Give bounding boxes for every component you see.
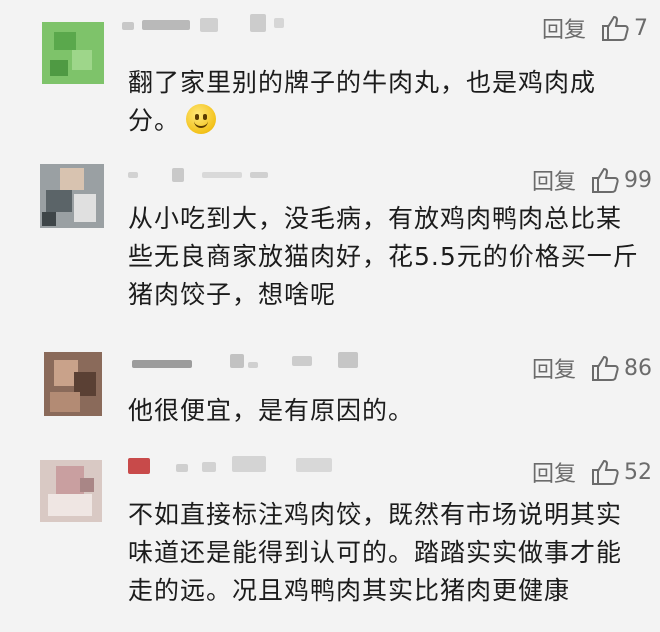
thumbs-up-icon <box>592 355 619 381</box>
thumbs-up-icon <box>592 167 619 193</box>
username-blurred[interactable] <box>122 14 322 36</box>
thumbs-up-icon <box>592 459 619 485</box>
like-button[interactable]: 7 <box>600 13 648 43</box>
username-blurred[interactable] <box>132 350 372 372</box>
comment-actions: 回复 99 <box>532 162 652 198</box>
comment-item: 回复 52 不如直接标注鸡肉饺，既然有市场说明其实味道还是能得到认可的。踏踏实实… <box>0 440 660 632</box>
avatar[interactable] <box>40 164 104 228</box>
comment-item: 回复 7 翻了家里别的牌子的牛肉丸，也是鸡肉成分。 <box>0 0 660 150</box>
comment-body: 不如直接标注鸡肉饺，既然有市场说明其实味道还是能得到认可的。踏踏实实做事才能走的… <box>128 500 623 605</box>
avatar[interactable] <box>44 352 102 416</box>
comment-text: 翻了家里别的牌子的牛肉丸，也是鸡肉成分。 <box>128 64 640 140</box>
reply-button[interactable]: 回复 <box>532 352 576 384</box>
like-count: 99 <box>624 167 652 193</box>
avatar[interactable] <box>42 22 104 84</box>
reply-button[interactable]: 回复 <box>532 456 576 488</box>
like-count: 7 <box>634 15 648 41</box>
username-blurred[interactable] <box>128 164 288 186</box>
comment-text: 他很便宜，是有原因的。 <box>128 392 640 430</box>
comment-item: 回复 86 他很便宜，是有原因的。 <box>0 336 660 440</box>
comment-item: 回复 99 从小吃到大，没毛病，有放鸡肉鸭肉总比某些无良商家放猫肉好，花5.5元… <box>0 150 660 336</box>
reply-button[interactable]: 回复 <box>532 164 576 196</box>
like-button[interactable]: 99 <box>590 165 652 195</box>
like-button[interactable]: 52 <box>590 457 652 487</box>
like-count: 86 <box>624 355 652 381</box>
username-blurred[interactable] <box>128 454 348 476</box>
comment-text: 不如直接标注鸡肉饺，既然有市场说明其实味道还是能得到认可的。踏踏实实做事才能走的… <box>128 496 640 610</box>
reply-button[interactable]: 回复 <box>542 12 586 44</box>
comment-text: 从小吃到大，没毛病，有放鸡肉鸭肉总比某些无良商家放猫肉好，花5.5元的价格买一斤… <box>128 200 640 314</box>
thumbs-up-icon <box>602 15 629 41</box>
smiley-emoji-icon <box>186 104 217 134</box>
comment-body: 他很便宜，是有原因的。 <box>128 396 415 425</box>
comment-actions: 回复 7 <box>542 10 648 46</box>
comment-actions: 回复 86 <box>532 350 652 386</box>
avatar[interactable] <box>40 460 102 522</box>
comment-body: 从小吃到大，没毛病，有放鸡肉鸭肉总比某些无良商家放猫肉好，花5.5元的价格买一斤… <box>128 204 639 309</box>
like-count: 52 <box>624 459 652 485</box>
like-button[interactable]: 86 <box>590 353 652 383</box>
comment-actions: 回复 52 <box>532 454 652 490</box>
